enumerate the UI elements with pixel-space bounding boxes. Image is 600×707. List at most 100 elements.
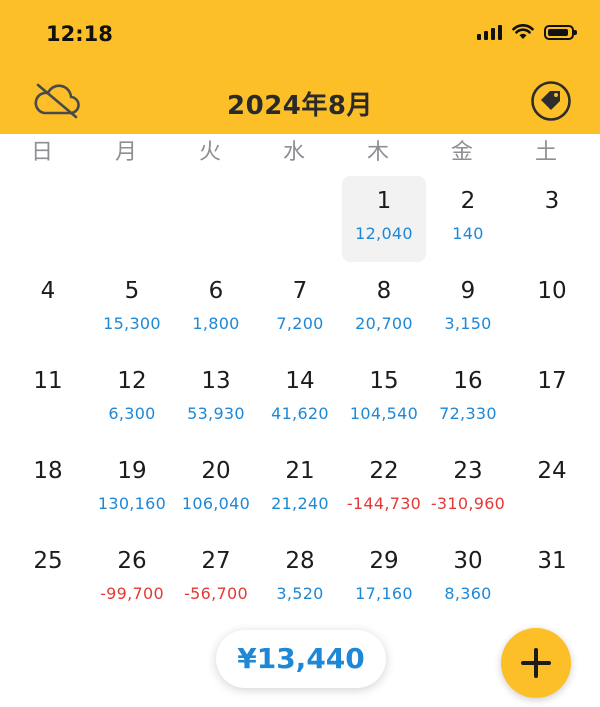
day-amount: -310,960 xyxy=(430,494,506,513)
calendar-week-row: 4 5 15,300 6 1,800 7 7,200 8 20,700 9 3,150 10 xyxy=(6,264,594,354)
day-cell-19[interactable]: 19 130,160 xyxy=(90,444,174,534)
day-number: 29 xyxy=(369,548,399,574)
day-cell-20[interactable]: 20 106,040 xyxy=(174,444,258,534)
weekday-sat: 土 xyxy=(534,140,557,165)
day-number: 18 xyxy=(33,458,63,484)
day-amount: 7,200 xyxy=(276,314,324,333)
day-number: 9 xyxy=(460,278,476,304)
day-cell-11[interactable]: 11 xyxy=(6,354,90,444)
day-number: 13 xyxy=(201,368,231,394)
day-number: 8 xyxy=(376,278,392,304)
weekday-thu: 木 xyxy=(366,140,389,165)
day-number xyxy=(6,174,90,188)
day-number xyxy=(90,174,174,188)
day-amount: 15,300 xyxy=(103,314,161,333)
day-amount: 104,540 xyxy=(349,404,419,423)
day-cell-26[interactable]: 26 -99,700 xyxy=(90,534,174,624)
weekday-tue: 火 xyxy=(198,140,221,165)
day-cell-23[interactable]: 23 -310,960 xyxy=(426,444,510,534)
day-number: 21 xyxy=(285,458,315,484)
day-cell-25[interactable]: 25 xyxy=(6,534,90,624)
day-cell-2[interactable]: 2 140 xyxy=(426,174,510,264)
month-title[interactable]: 2024年8月 xyxy=(0,85,600,122)
day-number: 16 xyxy=(453,368,483,394)
battery-icon xyxy=(544,24,577,40)
day-cell-9[interactable]: 9 3,150 xyxy=(426,264,510,354)
day-number: 12 xyxy=(117,368,147,394)
day-number xyxy=(174,174,258,188)
add-entry-button[interactable] xyxy=(501,628,571,698)
day-cell-13[interactable]: 13 53,930 xyxy=(174,354,258,444)
day-amount: 41,620 xyxy=(271,404,329,423)
day-cell-7[interactable]: 7 7,200 xyxy=(258,264,342,354)
day-number xyxy=(258,174,342,188)
day-amount: 72,330 xyxy=(439,404,497,423)
day-number: 7 xyxy=(292,278,308,304)
day-amount: 140 xyxy=(452,224,484,243)
weekday-fri: 金 xyxy=(450,140,473,165)
day-cell-12[interactable]: 12 6,300 xyxy=(90,354,174,444)
status-time: 12:18 xyxy=(46,22,113,46)
day-number: 11 xyxy=(33,368,63,394)
calendar-week-row: 25 26 -99,700 27 -56,700 28 3,520 29 17,160 30 8,3… xyxy=(6,534,594,624)
empty-day-cell xyxy=(258,174,342,264)
day-amount: -99,700 xyxy=(100,584,164,603)
day-number: 27 xyxy=(201,548,231,574)
day-number: 20 xyxy=(201,458,231,484)
empty-day-cell xyxy=(90,174,174,264)
day-number: 24 xyxy=(537,458,567,484)
day-number: 25 xyxy=(33,548,63,574)
day-amount: 6,300 xyxy=(108,404,156,423)
day-amount: 8,360 xyxy=(444,584,492,603)
day-cell-30[interactable]: 30 8,360 xyxy=(426,534,510,624)
monthly-total[interactable]: ¥13,440 xyxy=(216,630,386,688)
day-amount: 3,150 xyxy=(444,314,492,333)
day-cell-8[interactable]: 8 20,700 xyxy=(342,264,426,354)
day-cell-6[interactable]: 6 1,800 xyxy=(174,264,258,354)
day-number: 15 xyxy=(369,368,399,394)
day-amount: 3,520 xyxy=(276,584,324,603)
day-cell-3[interactable]: 3 xyxy=(510,174,594,264)
day-cell-31[interactable]: 31 xyxy=(510,534,594,624)
day-number: 3 xyxy=(544,188,560,214)
day-amount: 1,800 xyxy=(192,314,240,333)
day-cell-16[interactable]: 16 72,330 xyxy=(426,354,510,444)
day-amount: -144,730 xyxy=(346,494,422,513)
day-number: 2 xyxy=(460,188,476,214)
weekday-mon: 月 xyxy=(114,140,137,165)
day-amount: 20,700 xyxy=(355,314,413,333)
day-cell-29[interactable]: 29 17,160 xyxy=(342,534,426,624)
signal-icon xyxy=(477,24,502,40)
day-amount: 106,040 xyxy=(181,494,251,513)
day-number: 1 xyxy=(376,188,392,214)
day-amount: 12,040 xyxy=(355,224,413,243)
day-amount: 17,160 xyxy=(355,584,413,603)
day-cell-17[interactable]: 17 xyxy=(510,354,594,444)
weekday-wed: 水 xyxy=(282,140,305,165)
day-cell-1[interactable]: 1 12,040 xyxy=(342,174,426,264)
day-cell-10[interactable]: 10 xyxy=(510,264,594,354)
day-number: 23 xyxy=(453,458,483,484)
day-cell-21[interactable]: 21 21,240 xyxy=(258,444,342,534)
empty-day-cell xyxy=(6,174,90,264)
day-cell-27[interactable]: 27 -56,700 xyxy=(174,534,258,624)
day-number: 19 xyxy=(117,458,147,484)
day-cell-4[interactable]: 4 xyxy=(6,264,90,354)
tag-icon[interactable] xyxy=(530,80,572,122)
day-cell-15[interactable]: 15 104,540 xyxy=(342,354,426,444)
calendar-grid: 1 12,040 2 140 3 4 5 15,300 6 1,800 7 7,200 8 20,700 9… xyxy=(6,174,594,624)
day-amount: -56,700 xyxy=(184,584,248,603)
status-icons xyxy=(477,24,577,40)
weekday-header: 日 月 火 水 木 金 土 xyxy=(0,134,600,174)
day-cell-14[interactable]: 14 41,620 xyxy=(258,354,342,444)
calendar-week-row: 1 12,040 2 140 3 xyxy=(6,174,594,264)
day-cell-18[interactable]: 18 xyxy=(6,444,90,534)
day-number: 28 xyxy=(285,548,315,574)
day-number: 26 xyxy=(117,548,147,574)
day-cell-5[interactable]: 5 15,300 xyxy=(90,264,174,354)
day-cell-28[interactable]: 28 3,520 xyxy=(258,534,342,624)
weekday-sun: 日 xyxy=(30,140,53,165)
top-bar: 12:18 2024年8月 xyxy=(0,0,600,134)
day-cell-24[interactable]: 24 xyxy=(510,444,594,534)
day-cell-22[interactable]: 22 -144,730 xyxy=(342,444,426,534)
